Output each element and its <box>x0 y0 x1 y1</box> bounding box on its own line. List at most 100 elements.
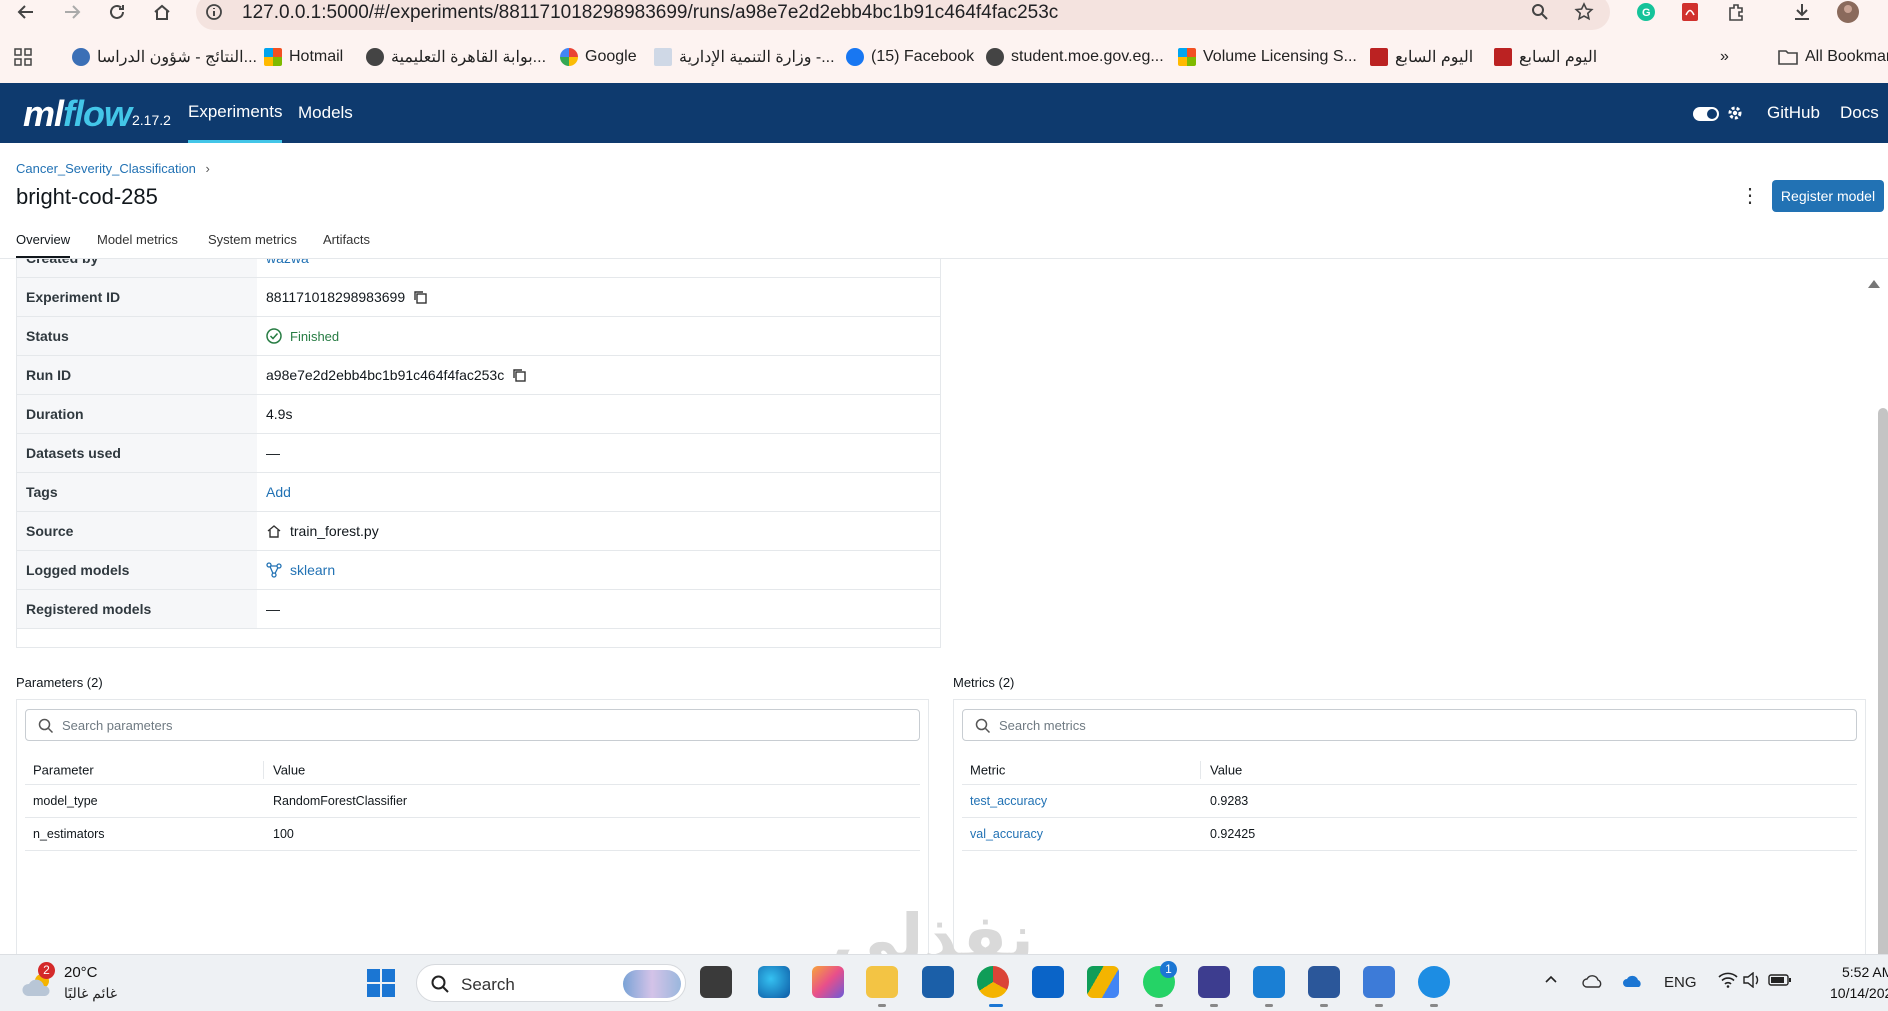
language-indicator[interactable]: ENG <box>1664 974 1697 991</box>
table-row: val_accuracy 0.92425 <box>962 818 1857 851</box>
page-scrollbar[interactable] <box>1878 408 1888 963</box>
detail-row-logged-models: Logged models sklearn <box>17 551 940 590</box>
edge-icon[interactable] <box>758 966 790 998</box>
bookmark-item[interactable]: Google <box>560 44 637 70</box>
dark-mode-toggle[interactable] <box>1693 107 1719 121</box>
site-info-icon[interactable] <box>200 0 228 24</box>
metrics-header-row: Metric Value <box>962 755 1857 785</box>
parameter-column-header[interactable]: Parameter <box>33 762 94 777</box>
check-circle-icon <box>266 328 282 344</box>
search-metrics-input[interactable]: Search metrics <box>962 709 1857 741</box>
file-explorer-icon[interactable] <box>866 966 898 998</box>
google-icon <box>560 48 578 66</box>
globe-icon <box>986 48 1004 66</box>
copy-icon[interactable] <box>413 290 427 304</box>
chrome-icon[interactable] <box>977 966 1009 998</box>
weather-temperature[interactable]: 20°C <box>64 964 98 981</box>
grammarly-icon[interactable]: G <box>1632 0 1660 24</box>
store-icon[interactable] <box>922 966 954 998</box>
chevron-up-icon[interactable] <box>1544 972 1558 986</box>
bookmark-star-icon[interactable] <box>1570 0 1598 24</box>
breadcrumb-separator: › <box>205 161 210 176</box>
bookmark-item[interactable]: Hotmail <box>264 44 343 70</box>
tab-model-metrics[interactable]: Model metrics <box>97 232 178 258</box>
metric-column-header[interactable]: Metric <box>970 762 1005 777</box>
metrics-title: Metrics (2) <box>953 675 1015 690</box>
profile-avatar-icon[interactable] <box>1834 0 1862 24</box>
home-icon[interactable] <box>148 0 176 24</box>
detail-row-registered-models: Registered models — <box>17 590 940 629</box>
metric-link[interactable]: val_accuracy <box>970 827 1043 841</box>
bookmark-item[interactable]: النتائج - شؤون الدراسا... <box>72 44 257 70</box>
windows-taskbar: 2 20°C غائم غالبًا Search 1 ENG 5:52 AM … <box>0 954 1888 1011</box>
notepad-icon[interactable] <box>1363 966 1395 998</box>
register-model-button[interactable]: Register model <box>1772 180 1884 212</box>
bookmark-item[interactable]: Volume Licensing S... <box>1178 44 1357 70</box>
app-icon[interactable] <box>1198 966 1230 998</box>
reload-icon[interactable] <box>103 0 131 24</box>
tab-system-metrics[interactable]: System metrics <box>208 232 297 258</box>
logged-model-link[interactable]: sklearn <box>290 562 335 578</box>
battery-icon[interactable] <box>1768 972 1792 988</box>
back-icon[interactable] <box>12 0 40 24</box>
bookmarks-overflow-icon[interactable]: » <box>1720 44 1729 70</box>
pdf-extension-icon[interactable] <box>1676 0 1704 24</box>
table-row: model_type RandomForestClassifier <box>25 785 920 818</box>
clock-time[interactable]: 5:52 AM <box>1842 964 1888 980</box>
all-bookmarks-folder[interactable]: All Bookmar <box>1778 44 1888 70</box>
vscode-icon[interactable] <box>1253 966 1285 998</box>
zoom-icon[interactable] <box>1526 0 1554 24</box>
more-options-icon[interactable]: ⋮ <box>1740 185 1760 207</box>
bookmark-item[interactable]: وزارة التنمية الإدارية -... <box>654 44 835 70</box>
copy-icon[interactable] <box>512 368 526 382</box>
status-value: Finished <box>290 328 340 344</box>
mlflow-logo[interactable]: mlflow <box>23 93 132 135</box>
breadcrumb-experiment-link[interactable]: Cancer_Severity_Classification <box>16 161 196 176</box>
bookmark-item[interactable]: (15) Facebook <box>846 44 974 70</box>
clock-date[interactable]: 10/14/2024 <box>1830 985 1888 1001</box>
google-drive-icon[interactable] <box>1087 966 1119 998</box>
table-row: test_accuracy 0.9283 <box>962 785 1857 818</box>
tab-artifacts[interactable]: Artifacts <box>323 232 370 258</box>
forward-icon[interactable] <box>58 0 86 24</box>
search-parameters-input[interactable]: Search parameters <box>25 709 920 741</box>
outlook-icon[interactable] <box>1032 966 1064 998</box>
task-view-icon[interactable] <box>700 966 732 998</box>
metric-link[interactable]: test_accuracy <box>970 794 1047 808</box>
download-icon[interactable] <box>1788 0 1816 24</box>
nav-models[interactable]: Models <box>298 83 353 143</box>
bookmark-item[interactable]: بوابة القاهرة التعليمية... <box>366 44 546 70</box>
svg-text:G: G <box>1642 7 1651 19</box>
bookmark-item[interactable]: اليوم السابع <box>1494 44 1597 70</box>
taskbar-search[interactable]: Search <box>416 964 686 1002</box>
bookmark-item[interactable]: اليوم السابع <box>1370 44 1473 70</box>
wifi-icon[interactable] <box>1718 972 1738 988</box>
apps-grid-icon[interactable] <box>14 44 32 70</box>
extensions-icon[interactable] <box>1722 0 1750 24</box>
search-highlight-image <box>623 970 681 998</box>
github-link[interactable]: GitHub <box>1767 83 1820 143</box>
scroll-up-arrow-icon[interactable] <box>1868 280 1880 288</box>
volume-icon[interactable] <box>1742 972 1762 988</box>
add-tag-link[interactable]: Add <box>266 484 291 500</box>
page-title: bright-cod-285 <box>16 184 158 209</box>
copilot-icon[interactable] <box>812 966 844 998</box>
browser-chrome: 127.0.0.1:5000/#/experiments/88117101829… <box>0 0 1888 83</box>
tab-overview[interactable]: Overview <box>16 232 71 258</box>
onedrive-icon[interactable] <box>1622 972 1644 988</box>
experiment-id-value: 881171018298983699 <box>266 289 406 305</box>
value-column-header[interactable]: Value <box>273 762 305 777</box>
docs-link[interactable]: Docs <box>1840 83 1879 143</box>
nav-experiments[interactable]: Experiments <box>188 83 283 143</box>
windows-start-icon[interactable] <box>366 968 396 998</box>
created-by-link[interactable]: wazwa <box>266 259 309 266</box>
detail-row-tags: Tags Add <box>17 473 940 512</box>
docker-icon[interactable] <box>1418 966 1450 998</box>
bookmark-item[interactable]: student.moe.gov.eg... <box>986 44 1164 70</box>
word-icon[interactable] <box>1308 966 1340 998</box>
settings-gear-icon[interactable] <box>1726 104 1744 122</box>
value-column-header[interactable]: Value <box>1210 762 1242 777</box>
folder-icon <box>1778 50 1798 65</box>
source-value[interactable]: train_forest.py <box>290 523 379 539</box>
cloud-icon[interactable] <box>1582 972 1604 988</box>
